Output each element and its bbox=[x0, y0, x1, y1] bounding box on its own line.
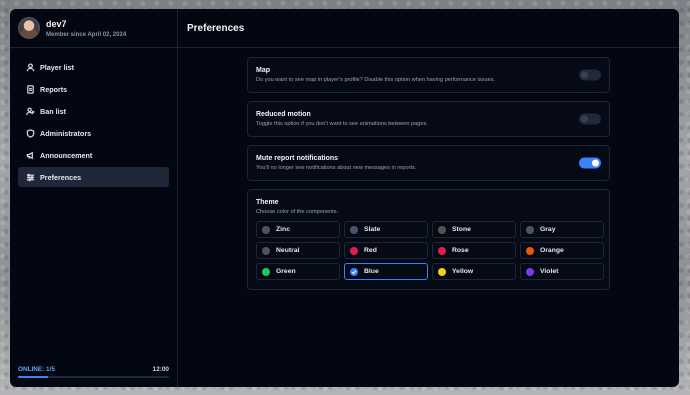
sliders-icon bbox=[25, 172, 35, 182]
online-progress-fill bbox=[18, 376, 49, 378]
sidebar-item-reports[interactable]: Reports bbox=[18, 79, 169, 99]
setting-title: Theme bbox=[256, 199, 279, 206]
sidebar-item-announcement[interactable]: Announcement bbox=[18, 145, 169, 165]
member-since: Member since April 02, 2024 bbox=[46, 31, 127, 38]
online-status: ONLINE: 1/5 12:00 bbox=[18, 366, 169, 378]
theme-option-neutral[interactable]: Neutral bbox=[256, 242, 340, 259]
theme-option-label: Green bbox=[276, 268, 296, 275]
theme-option-slate[interactable]: Slate bbox=[344, 221, 428, 238]
theme-option-label: Rose bbox=[452, 247, 469, 254]
sidebar-item-label: Preferences bbox=[40, 172, 82, 182]
document-icon bbox=[25, 84, 35, 94]
main-panel: Preferences Map Do you want to see map i… bbox=[178, 9, 679, 387]
theme-option-label: Violet bbox=[540, 268, 559, 275]
color-dot bbox=[526, 225, 534, 234]
check-icon bbox=[350, 267, 358, 276]
theme-option-label: Orange bbox=[540, 247, 564, 254]
sidebar: dev7 Member since April 02, 2024 Player … bbox=[10, 9, 178, 387]
color-dot bbox=[350, 225, 358, 234]
theme-option-red[interactable]: Red bbox=[344, 242, 428, 259]
setting-description: Choose color of the components. bbox=[256, 209, 339, 215]
setting-title: Map bbox=[256, 67, 270, 74]
theme-option-label: Stone bbox=[452, 226, 471, 233]
setting-description: Toggle this option if you don't want to … bbox=[256, 121, 428, 127]
user-icon bbox=[25, 62, 35, 72]
settings-content: Map Do you want to see map in player's p… bbox=[178, 48, 679, 387]
megaphone-icon bbox=[25, 150, 35, 160]
setting-title: Mute report notifications bbox=[256, 155, 339, 162]
user-ban-icon bbox=[25, 106, 35, 116]
theme-option-orange[interactable]: Orange bbox=[520, 242, 604, 259]
color-dot bbox=[350, 246, 358, 255]
reduced-motion-toggle[interactable] bbox=[579, 113, 601, 125]
theme-option-rose[interactable]: Rose bbox=[432, 242, 516, 259]
color-dot bbox=[526, 267, 534, 276]
color-dot bbox=[438, 267, 446, 276]
theme-option-blue[interactable]: Blue bbox=[344, 263, 428, 280]
color-dot bbox=[438, 225, 446, 234]
sidebar-item-ban-list[interactable]: Ban list bbox=[18, 101, 169, 121]
avatar bbox=[18, 17, 40, 39]
main-header: Preferences bbox=[178, 9, 679, 48]
setting-description: You'll no longer see notifications about… bbox=[256, 165, 417, 171]
theme-option-violet[interactable]: Violet bbox=[520, 263, 604, 280]
theme-option-label: Red bbox=[364, 247, 377, 254]
setting-title: Reduced motion bbox=[256, 111, 311, 118]
mute-reports-toggle[interactable] bbox=[579, 157, 601, 169]
theme-option-stone[interactable]: Stone bbox=[432, 221, 516, 238]
theme-option-yellow[interactable]: Yellow bbox=[432, 263, 516, 280]
sidebar-item-label: Administrators bbox=[40, 128, 92, 138]
theme-option-label: Neutral bbox=[276, 247, 300, 254]
setting-map: Map Do you want to see map in player's p… bbox=[247, 57, 610, 93]
app-window: dev7 Member since April 02, 2024 Player … bbox=[10, 9, 679, 387]
sidebar-item-label: Ban list bbox=[40, 106, 66, 116]
server-time: 12:00 bbox=[152, 366, 169, 373]
sidebar-item-label: Player list bbox=[40, 62, 74, 72]
color-dot bbox=[526, 246, 534, 255]
theme-option-zinc[interactable]: Zinc bbox=[256, 221, 340, 238]
color-dot bbox=[262, 267, 270, 276]
setting-description: Do you want to see map in player's profi… bbox=[256, 77, 495, 83]
theme-option-label: Yellow bbox=[452, 268, 474, 275]
sidebar-item-label: Reports bbox=[40, 84, 68, 94]
toggle-knob bbox=[581, 115, 588, 123]
sidebar-nav: Player list Reports Ban list Administrat… bbox=[10, 48, 177, 187]
online-count: ONLINE: 1/5 bbox=[18, 366, 55, 373]
color-dot bbox=[262, 225, 270, 234]
shield-icon bbox=[25, 128, 35, 138]
page-title: Preferences bbox=[187, 22, 245, 34]
profile-header: dev7 Member since April 02, 2024 bbox=[10, 9, 177, 48]
theme-option-label: Slate bbox=[364, 226, 381, 233]
toggle-knob bbox=[581, 71, 588, 79]
sidebar-item-player-list[interactable]: Player list bbox=[18, 57, 169, 77]
color-dot bbox=[438, 246, 446, 255]
username: dev7 bbox=[46, 18, 67, 29]
sidebar-item-preferences[interactable]: Preferences bbox=[18, 167, 169, 187]
setting-reduced-motion: Reduced motion Toggle this option if you… bbox=[247, 101, 610, 137]
theme-grid: Zinc Slate Stone Gray Neutral Red Rose Orange Gr… bbox=[256, 221, 604, 280]
map-toggle[interactable] bbox=[579, 69, 601, 81]
theme-option-label: Blue bbox=[364, 268, 379, 275]
online-progress-bar bbox=[18, 376, 169, 378]
setting-mute-reports: Mute report notifications You'll no long… bbox=[247, 145, 610, 181]
theme-option-gray[interactable]: Gray bbox=[520, 221, 604, 238]
setting-theme: Theme Choose color of the components. Zi… bbox=[247, 189, 610, 290]
toggle-knob bbox=[592, 159, 599, 167]
theme-option-green[interactable]: Green bbox=[256, 263, 340, 280]
color-dot bbox=[262, 246, 270, 255]
theme-option-label: Zinc bbox=[276, 226, 290, 233]
sidebar-item-administrators[interactable]: Administrators bbox=[18, 123, 169, 143]
sidebar-item-label: Announcement bbox=[40, 150, 93, 160]
theme-option-label: Gray bbox=[540, 226, 556, 233]
